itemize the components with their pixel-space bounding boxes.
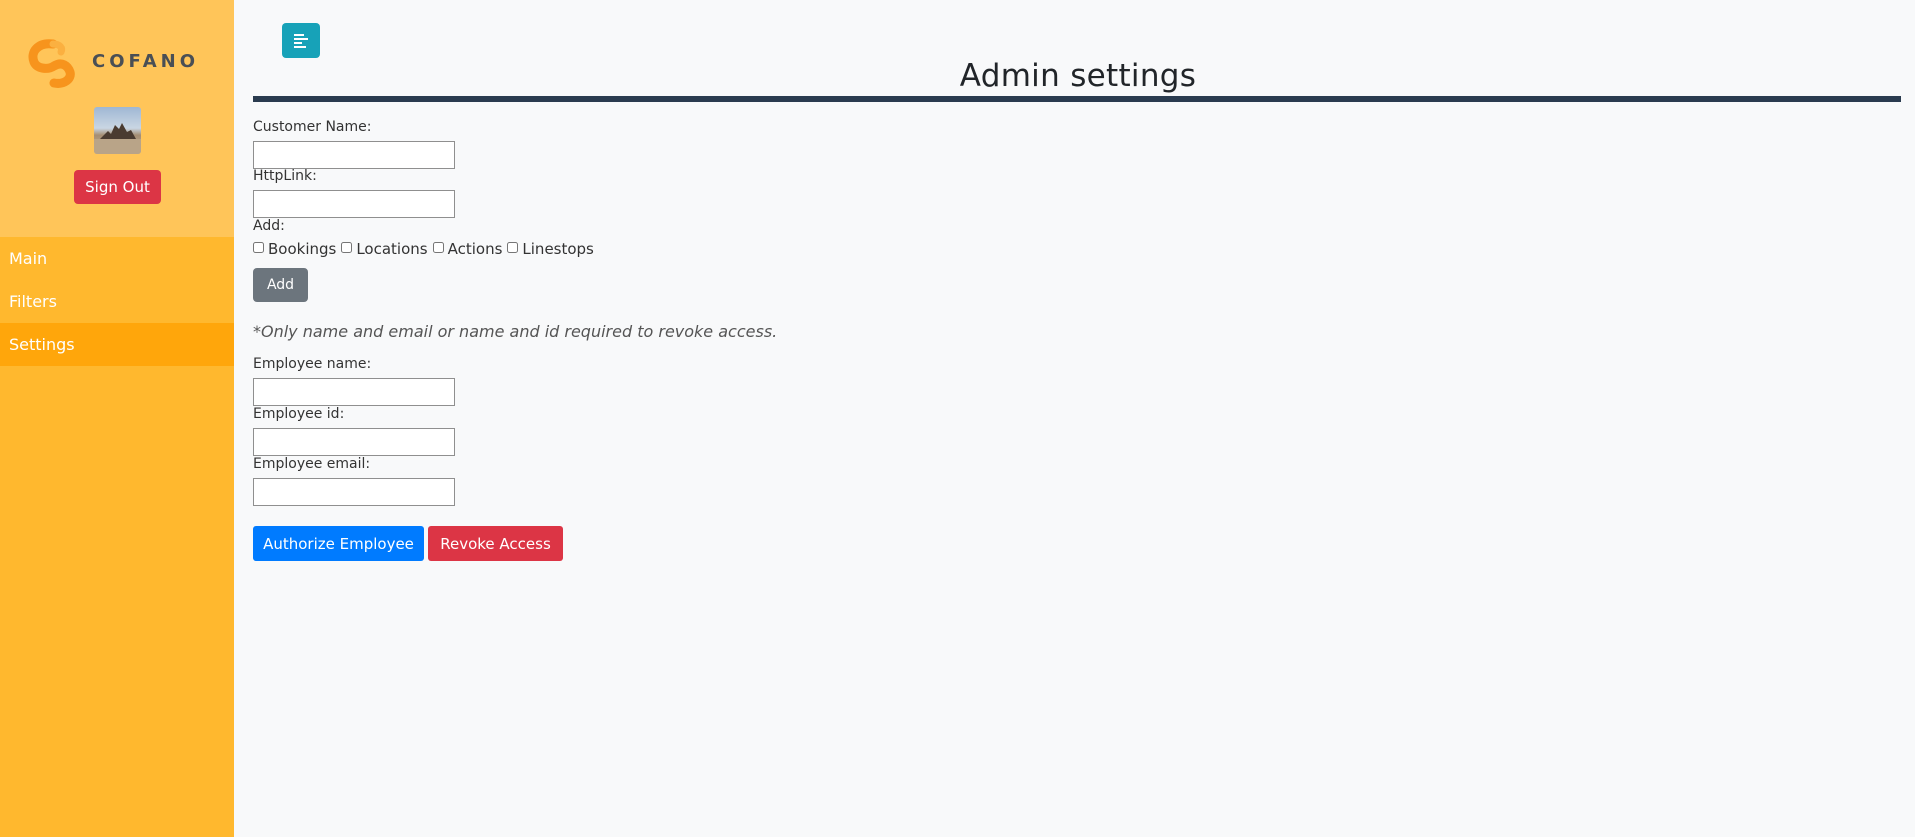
sidebar: COFANO Sign Out Main Filters Settings	[0, 0, 234, 837]
add-customer-button[interactable]: Add	[253, 268, 308, 302]
actions-checkbox[interactable]	[432, 241, 444, 253]
brand-name: COFANO	[92, 50, 200, 72]
page-title: Admin settings	[959, 58, 1197, 94]
employee-id-label: Employee id:	[253, 406, 345, 422]
add-options: Bookings Locations Actions Linestops	[253, 240, 599, 258]
linestops-label: Linestops	[522, 240, 594, 258]
title-divider	[253, 96, 1901, 102]
cofano-logo[interactable]: COFANO	[26, 36, 199, 88]
align-left-icon	[294, 33, 308, 48]
employee-id-input[interactable]	[253, 428, 455, 456]
employee-name-label: Employee name:	[253, 356, 372, 372]
employee-email-label: Employee email:	[253, 456, 371, 472]
sidebar-toggle-button[interactable]	[282, 23, 320, 58]
revoke-note: *Only name and email or name and id requ…	[253, 322, 778, 341]
http-link-label: HttpLink:	[253, 168, 317, 184]
bookings-checkbox[interactable]	[253, 241, 264, 253]
linestops-checkbox[interactable]	[507, 241, 519, 253]
avatar	[94, 107, 141, 154]
authorize-employee-button[interactable]: Authorize Employee	[253, 526, 424, 561]
customer-name-input[interactable]	[253, 141, 455, 169]
actions-label: Actions	[447, 240, 503, 258]
avatar-image	[94, 123, 141, 154]
bookings-label: Bookings	[268, 240, 337, 258]
customer-name-label: Customer Name:	[253, 119, 372, 135]
locations-label: Locations	[356, 240, 428, 258]
employee-name-input[interactable]	[253, 378, 455, 406]
sidebar-item-settings[interactable]: Settings	[0, 323, 234, 366]
http-link-input[interactable]	[253, 190, 455, 218]
locations-checkbox[interactable]	[341, 241, 353, 253]
revoke-access-button[interactable]: Revoke Access	[428, 526, 563, 561]
cofano-logo-icon	[28, 39, 75, 88]
sign-out-button[interactable]: Sign Out	[74, 170, 161, 204]
employee-email-input[interactable]	[253, 478, 455, 506]
sidebar-item-filters[interactable]: Filters	[0, 280, 234, 323]
sidebar-item-main[interactable]: Main	[0, 237, 234, 280]
add-label: Add:	[253, 218, 285, 234]
sidebar-header: COFANO Sign Out	[0, 0, 234, 237]
sidebar-nav: Main Filters Settings	[0, 237, 234, 366]
